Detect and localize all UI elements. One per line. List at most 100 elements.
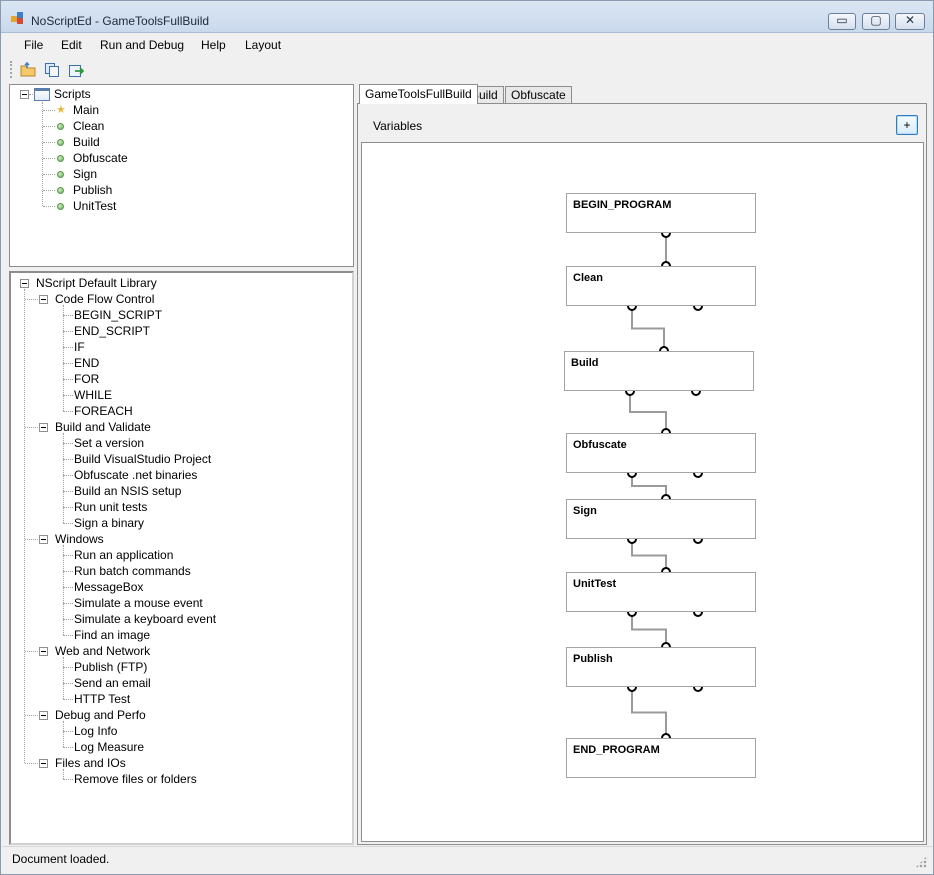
- collapse-icon[interactable]: [20, 279, 29, 288]
- library-item[interactable]: Set a version: [74, 435, 144, 451]
- menu-layout[interactable]: Layout: [245, 38, 281, 52]
- tree-connector: [25, 539, 38, 540]
- minimize-button[interactable]: ▭: [828, 13, 856, 30]
- flow-node[interactable]: BEGIN_PROGRAM: [566, 193, 756, 233]
- scripts-root-label[interactable]: Scripts: [54, 86, 91, 102]
- collapse-icon[interactable]: [39, 711, 48, 720]
- library-item[interactable]: Simulate a keyboard event: [74, 611, 216, 627]
- library-item[interactable]: Find an image: [74, 627, 150, 643]
- flow-node[interactable]: UnitTest: [566, 572, 756, 612]
- tree-connector: [63, 459, 73, 460]
- bullet-icon: [57, 139, 64, 146]
- script-item[interactable]: Sign: [73, 166, 97, 182]
- tree-connector: [63, 603, 73, 604]
- collapse-icon[interactable]: [39, 423, 48, 432]
- script-item[interactable]: Main: [73, 102, 99, 118]
- resize-grip-icon[interactable]: [915, 856, 927, 868]
- library-item[interactable]: END_SCRIPT: [74, 323, 150, 339]
- library-item[interactable]: END: [74, 355, 99, 371]
- scripts-tree-panel[interactable]: Scripts ★ Main Clean Build Obfuscate Sign Publ…: [9, 84, 354, 267]
- tree-connector: [63, 475, 73, 476]
- menu-file[interactable]: File: [24, 38, 43, 52]
- flow-node[interactable]: Publish: [566, 647, 756, 687]
- menu-edit[interactable]: Edit: [61, 38, 82, 52]
- library-item[interactable]: Build VisualStudio Project: [74, 451, 211, 467]
- flow-node-label: Clean: [573, 272, 603, 284]
- toolbar-grip[interactable]: [10, 61, 12, 78]
- library-group[interactable]: Debug and Perfo: [55, 707, 146, 723]
- library-group[interactable]: Build and Validate: [55, 419, 151, 435]
- library-item[interactable]: FOREACH: [74, 403, 133, 419]
- library-item[interactable]: BEGIN_SCRIPT: [74, 307, 162, 323]
- library-item[interactable]: Build an NSIS setup: [74, 483, 181, 499]
- library-item[interactable]: Publish (FTP): [74, 659, 147, 675]
- library-group[interactable]: Web and Network: [55, 643, 150, 659]
- script-item[interactable]: UnitTest: [73, 198, 116, 214]
- library-item[interactable]: HTTP Test: [74, 691, 130, 707]
- tree-connector: [43, 206, 55, 207]
- library-item[interactable]: Send an email: [74, 675, 151, 691]
- connection-wire: [629, 391, 667, 433]
- tab-obfuscate[interactable]: Obfuscate: [505, 86, 572, 104]
- script-item[interactable]: Publish: [73, 182, 112, 198]
- connection-wire: [631, 306, 665, 351]
- library-item[interactable]: Log Measure: [74, 739, 144, 755]
- script-tabs: GameToolsFullBuild Build Obfuscate: [357, 84, 927, 104]
- variables-label[interactable]: Variables: [373, 119, 422, 133]
- flow-node[interactable]: Build: [564, 351, 754, 391]
- flow-node-label: Build: [571, 357, 599, 369]
- script-item[interactable]: Obfuscate: [73, 150, 128, 166]
- tree-connector: [63, 721, 64, 747]
- tab-gametoolsfullbuild[interactable]: GameToolsFullBuild: [359, 84, 478, 104]
- flow-node-label: UnitTest: [573, 578, 617, 590]
- flow-canvas[interactable]: BEGIN_PROGRAM Clean Build Obfuscate Sign…: [361, 142, 924, 842]
- library-item[interactable]: Run unit tests: [74, 499, 147, 515]
- collapse-icon[interactable]: [39, 647, 48, 656]
- connection-wire: [631, 473, 667, 499]
- library-item[interactable]: Simulate a mouse event: [74, 595, 203, 611]
- library-item[interactable]: MessageBox: [74, 579, 143, 595]
- tree-connector: [43, 126, 55, 127]
- library-item[interactable]: Remove files or folders: [74, 771, 197, 787]
- library-root-label[interactable]: NScript Default Library: [36, 275, 157, 291]
- open-folder-icon[interactable]: [20, 61, 36, 78]
- library-item[interactable]: Run an application: [74, 547, 173, 563]
- library-item[interactable]: Run batch commands: [74, 563, 191, 579]
- tree-connector: [63, 507, 73, 508]
- flow-node[interactable]: Sign: [566, 499, 756, 539]
- tree-connector: [63, 731, 73, 732]
- library-item[interactable]: Sign a binary: [74, 515, 144, 531]
- flow-node[interactable]: Clean: [566, 266, 756, 306]
- tree-connector: [63, 363, 73, 364]
- script-item[interactable]: Build: [73, 134, 100, 150]
- library-item[interactable]: WHILE: [74, 387, 112, 403]
- library-item[interactable]: Obfuscate .net binaries: [74, 467, 197, 483]
- library-item[interactable]: IF: [74, 339, 85, 355]
- library-item[interactable]: FOR: [74, 371, 99, 387]
- flow-node[interactable]: END_PROGRAM: [566, 738, 756, 778]
- flow-node-label: Sign: [573, 505, 597, 517]
- script-item[interactable]: Clean: [73, 118, 104, 134]
- collapse-icon[interactable]: [39, 295, 48, 304]
- title-bar[interactable]: NoScriptEd - GameToolsFullBuild ▭ ▢ ✕: [1, 1, 933, 33]
- tree-connector: [63, 347, 73, 348]
- add-variable-button[interactable]: +: [896, 115, 918, 135]
- library-tree-panel[interactable]: NScript Default Library Code Flow Control…: [9, 271, 354, 845]
- collapse-icon[interactable]: [20, 90, 29, 99]
- close-button[interactable]: ✕: [895, 13, 925, 30]
- status-text: Document loaded.: [12, 852, 110, 866]
- library-group[interactable]: Files and IOs: [55, 755, 126, 771]
- menu-run-and-debug[interactable]: Run and Debug: [100, 38, 184, 52]
- copy-icon[interactable]: [44, 62, 60, 78]
- menu-help[interactable]: Help: [201, 38, 226, 52]
- library-item[interactable]: Log Info: [74, 723, 117, 739]
- export-icon[interactable]: [68, 62, 85, 78]
- collapse-icon[interactable]: [39, 535, 48, 544]
- flow-node[interactable]: Obfuscate: [566, 433, 756, 473]
- tree-connector: [63, 555, 73, 556]
- flow-node-label: Publish: [573, 653, 613, 665]
- library-group[interactable]: Code Flow Control: [55, 291, 154, 307]
- bullet-icon: [57, 123, 64, 130]
- collapse-icon[interactable]: [39, 759, 48, 768]
- maximize-button[interactable]: ▢: [862, 13, 890, 30]
